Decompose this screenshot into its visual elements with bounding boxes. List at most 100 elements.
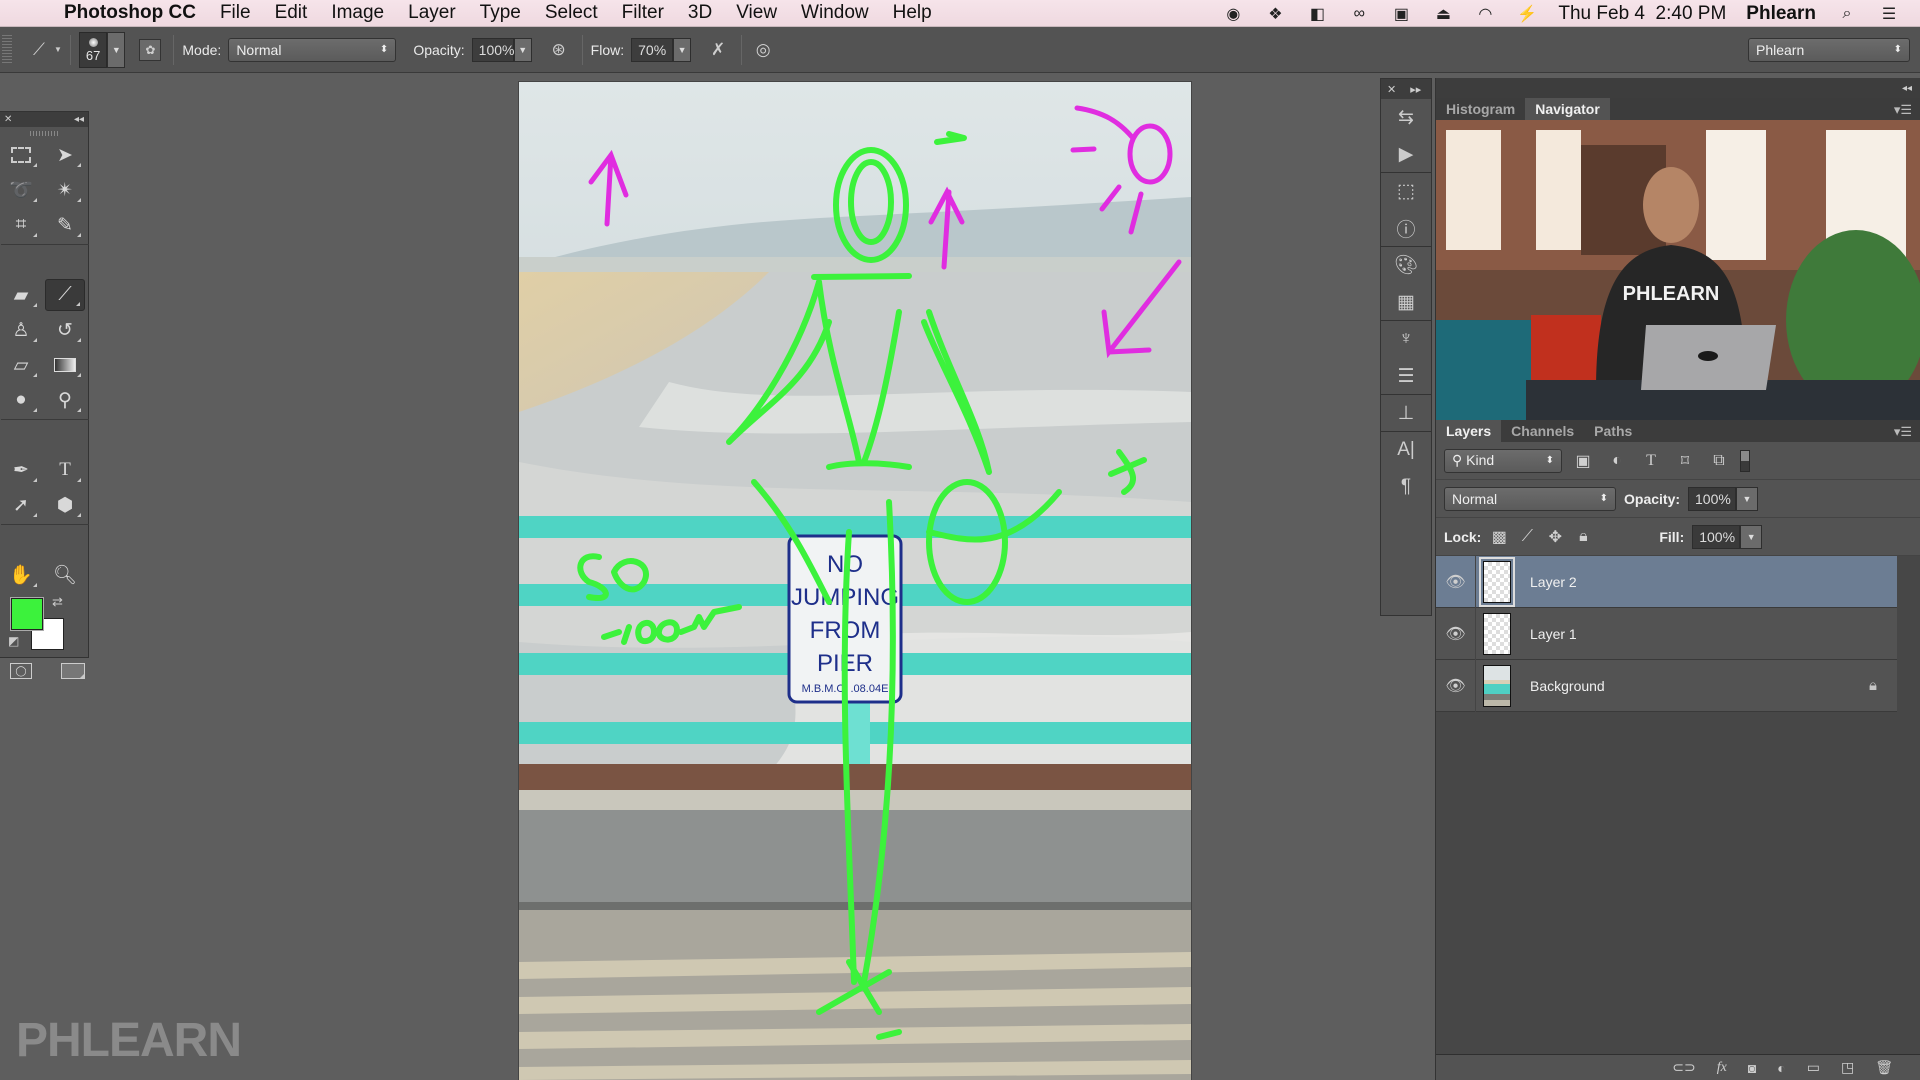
panel-column-header[interactable]: ◂◂: [1436, 78, 1920, 98]
brush-preset-icon[interactable]: ⟋: [26, 37, 52, 63]
tool-eyedropper[interactable]: ✎: [45, 209, 85, 241]
flow-slider-dropdown[interactable]: ▼: [673, 37, 692, 62]
clock[interactable]: Thu Feb 4 2:40 PM: [1558, 3, 1726, 25]
tool-lasso[interactable]: ➰: [1, 174, 41, 206]
flow-field[interactable]: 70%: [631, 37, 674, 62]
layer-thumbnail[interactable]: [1483, 612, 1511, 655]
opacity-field[interactable]: 100%: [471, 37, 514, 62]
paragraph-panel-icon[interactable]: ¶: [1391, 473, 1421, 501]
spotlight-search-icon[interactable]: ⌕: [1836, 5, 1858, 23]
delete-layer-trash-icon[interactable]: 🗑︎: [1875, 1059, 1893, 1076]
mode-select[interactable]: Normal ⬍: [228, 37, 397, 62]
info-panel-icon[interactable]: ⓘ: [1391, 214, 1421, 242]
tool-clone-stamp[interactable]: ♙: [1, 314, 41, 346]
brushes-panel-icon[interactable]: ♆: [1391, 325, 1421, 353]
tool-preset-dropdown[interactable]: ▼: [54, 45, 62, 54]
fill-field[interactable]: 100%: [1692, 524, 1741, 549]
lock-transparent-pixels-icon[interactable]: ▩: [1489, 526, 1509, 548]
tab-navigator[interactable]: Navigator: [1525, 98, 1610, 120]
layer-filter-kind-select[interactable]: ⚲ Kind ⬍: [1444, 448, 1562, 473]
tool-gradient[interactable]: [45, 349, 85, 381]
wifi-icon[interactable]: ◠: [1474, 5, 1496, 23]
expand-icon[interactable]: ▸▸: [1410, 83, 1421, 96]
menu-filter[interactable]: Filter: [622, 2, 664, 24]
screen-mode-button[interactable]: [58, 660, 88, 682]
tool-move[interactable]: ➤: [45, 139, 85, 171]
battery-plug-icon[interactable]: ▣: [1390, 5, 1412, 23]
menu-file[interactable]: File: [220, 2, 251, 24]
tool-hand[interactable]: ✋: [1, 559, 41, 591]
tool-crop[interactable]: ⌗: [1, 209, 41, 241]
adjustment-layer-filter-icon[interactable]: ◐: [1604, 450, 1630, 472]
tools-panel-header[interactable]: ✕ ◂◂: [0, 112, 88, 127]
tool-brush[interactable]: ⟋: [45, 279, 85, 311]
layer-name[interactable]: Layer 2: [1530, 574, 1577, 590]
user-menu[interactable]: Phlearn: [1746, 3, 1816, 25]
tools-panel-grip[interactable]: [0, 127, 88, 139]
lock-position-icon[interactable]: ✥: [1545, 526, 1565, 548]
close-icon[interactable]: ✕: [1387, 83, 1396, 96]
quick-mask-button[interactable]: ◯: [8, 660, 34, 682]
new-layer-icon[interactable]: ◳: [1841, 1059, 1854, 1076]
opacity-slider-dropdown[interactable]: ▼: [513, 37, 532, 62]
layer-opacity-dropdown[interactable]: ▼: [1736, 486, 1759, 511]
document-canvas[interactable]: NO JUMPING FROM PIER M.B.M.C. .08.04E: [519, 82, 1191, 1080]
pixel-layer-filter-icon[interactable]: ▣: [1570, 450, 1596, 472]
panel-menu-icon[interactable]: ▾☰: [1894, 102, 1912, 118]
smart-object-filter-icon[interactable]: ⧉: [1706, 450, 1732, 472]
blend-mode-select[interactable]: Normal ⬍: [1444, 486, 1616, 511]
airplay-icon[interactable]: ⏏: [1432, 5, 1454, 23]
airbrush-icon[interactable]: ✗: [705, 37, 731, 63]
lock-all-icon[interactable]: 🔒︎: [1573, 526, 1593, 548]
creative-cloud-icon[interactable]: ∞: [1348, 5, 1370, 23]
tool-shape[interactable]: ⬢: [45, 489, 85, 521]
tool-dodge[interactable]: ⚲: [45, 384, 85, 416]
menu-3d[interactable]: 3D: [688, 2, 712, 24]
workspace-select[interactable]: Phlearn ⬍: [1748, 37, 1910, 62]
adjustment-layer-icon[interactable]: ◐: [1777, 1060, 1785, 1076]
layer-thumbnail[interactable]: [1479, 556, 1515, 607]
notification-center-icon[interactable]: ☰: [1878, 5, 1900, 23]
menu-help[interactable]: Help: [893, 2, 932, 24]
actions-panel-icon[interactable]: ▶: [1391, 140, 1421, 168]
record-icon[interactable]: ◉: [1222, 5, 1244, 23]
visibility-eye-icon[interactable]: 👁︎: [1436, 555, 1476, 608]
character-panel-icon[interactable]: A|: [1391, 436, 1421, 464]
dropbox-icon[interactable]: ❖: [1264, 5, 1286, 23]
options-bar-grip[interactable]: [2, 34, 12, 65]
layer-name[interactable]: Background: [1530, 678, 1605, 694]
foreground-color-swatch[interactable]: [10, 597, 44, 631]
link-layers-icon[interactable]: ⊂⊃: [1672, 1059, 1695, 1076]
menu-select[interactable]: Select: [545, 2, 598, 24]
brush-settings-icon[interactable]: ☰: [1391, 362, 1421, 390]
dock-header[interactable]: ✕ ▸▸: [1381, 79, 1431, 99]
history-panel-icon[interactable]: ⇆: [1391, 103, 1421, 131]
type-layer-filter-icon[interactable]: T: [1638, 450, 1664, 472]
brush-size-picker[interactable]: 67: [78, 31, 108, 68]
close-icon[interactable]: ✕: [4, 114, 12, 125]
battery-icon[interactable]: ⚡: [1516, 5, 1538, 23]
color-palette-icon[interactable]: 🎨︎: [1391, 251, 1421, 279]
tool-type[interactable]: T: [45, 454, 85, 486]
layer-row[interactable]: 👁︎ Background 🔒︎: [1436, 659, 1897, 712]
navigator-preview[interactable]: PHLEARN: [1436, 120, 1920, 420]
clone-source-icon[interactable]: ⊥: [1391, 399, 1421, 427]
tool-history-brush[interactable]: ↺: [45, 314, 85, 346]
swatches-panel-icon[interactable]: ▦: [1391, 288, 1421, 316]
add-mask-icon[interactable]: ◙: [1748, 1060, 1756, 1076]
layer-row[interactable]: 👁︎ Layer 2: [1436, 555, 1897, 608]
new-group-folder-icon[interactable]: ▭: [1807, 1059, 1820, 1076]
lock-image-pixels-icon[interactable]: ⟋: [1517, 526, 1537, 548]
tool-magic-wand[interactable]: ✴: [45, 174, 85, 206]
shape-layer-filter-icon[interactable]: ⌑: [1672, 450, 1698, 472]
menu-image[interactable]: Image: [331, 2, 384, 24]
brush-picker-dropdown[interactable]: ▼: [107, 31, 126, 68]
tab-channels[interactable]: Channels: [1501, 420, 1585, 442]
display-icon[interactable]: ◧: [1306, 5, 1328, 23]
filter-toggle-switch[interactable]: [1740, 449, 1750, 472]
tool-zoom[interactable]: 🔍︎: [45, 559, 85, 591]
collapse-icon[interactable]: ◂◂: [74, 114, 84, 125]
menu-layer[interactable]: Layer: [408, 2, 456, 24]
visibility-eye-icon[interactable]: 👁︎: [1436, 659, 1476, 712]
tab-paths[interactable]: Paths: [1584, 420, 1643, 442]
